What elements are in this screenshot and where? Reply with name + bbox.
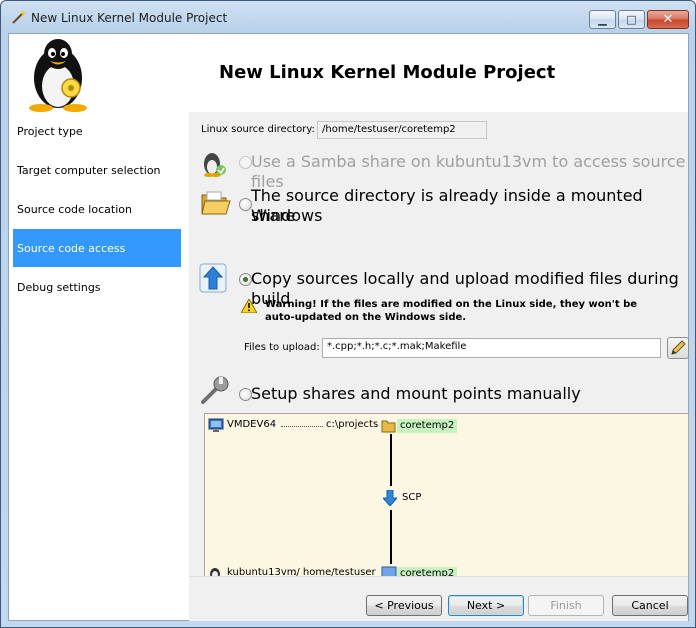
wizard-wand-icon bbox=[12, 10, 27, 24]
manual-setup-label: Setup shares and mount points manually bbox=[251, 384, 581, 403]
source-sync-diagram: VMDEV64 c:\projects coretemp2 SCP kubunt… bbox=[204, 413, 689, 598]
windows-computer-icon bbox=[208, 418, 224, 432]
warning-text: Warning! If the files are modified on th… bbox=[265, 298, 655, 324]
source-dir-label: Linux source directory: bbox=[201, 124, 315, 135]
page-title: New Linux Kernel Module Project bbox=[219, 62, 556, 83]
sync-line-bottom bbox=[390, 510, 392, 564]
maximize-button[interactable]: □ bbox=[618, 10, 645, 29]
wizard-footer: < Previous Next > Finish Cancel bbox=[189, 576, 688, 621]
wizard-sidebar: Project type Target computer selection S… bbox=[11, 112, 183, 620]
files-to-upload-label: Files to upload: bbox=[244, 342, 320, 353]
down-arrow-icon bbox=[383, 490, 397, 506]
warning-line-1: Warning! If the files are modified on th… bbox=[265, 299, 638, 310]
sidebar-item-debug-settings[interactable]: Debug settings bbox=[13, 268, 181, 306]
samba-share-option: Use a Samba share on kubuntu13vm to acce… bbox=[197, 148, 687, 191]
close-button[interactable]: ✕ bbox=[647, 10, 689, 29]
next-button[interactable]: Next > bbox=[448, 595, 524, 616]
warning-icon bbox=[241, 299, 257, 313]
finish-button[interactable]: Finish bbox=[528, 595, 604, 616]
windows-host-label: VMDEV64 bbox=[227, 419, 277, 430]
samba-share-icon bbox=[204, 153, 226, 177]
title-bar[interactable]: New Linux Kernel Module Project ▁ □ ✕ bbox=[1, 1, 695, 33]
sidebar-item-label: Debug settings bbox=[17, 280, 101, 294]
source-dir-field: /home/testuser/coretemp2 bbox=[317, 121, 487, 139]
wizard-header: New Linux Kernel Module Project bbox=[9, 34, 688, 112]
window-title: New Linux Kernel Module Project bbox=[31, 11, 228, 25]
sidebar-item-label: Target computer selection bbox=[17, 163, 161, 177]
sidebar-item-label: Project type bbox=[17, 124, 83, 138]
open-folder-icon bbox=[201, 191, 231, 215]
sidebar-item-label: Source code access bbox=[17, 241, 126, 255]
folder-icon bbox=[381, 420, 396, 433]
warning-line-2: auto-updated on the Windows side. bbox=[265, 312, 467, 323]
minimize-icon: ▁ bbox=[598, 13, 607, 26]
upload-arrow-icon bbox=[199, 263, 227, 293]
maximize-icon: □ bbox=[626, 13, 637, 26]
close-icon: ✕ bbox=[662, 12, 674, 27]
windows-path-label: c:\projects bbox=[326, 419, 379, 430]
minimize-button[interactable]: ▁ bbox=[589, 10, 616, 29]
previous-button[interactable]: < Previous bbox=[366, 595, 442, 616]
wizard-window: New Linux Kernel Module Project ▁ □ ✕ Ne… bbox=[0, 0, 696, 628]
tux-penguin-icon bbox=[29, 39, 87, 112]
edit-files-button[interactable] bbox=[667, 337, 689, 359]
windows-folder-label: coretemp2 bbox=[397, 419, 458, 433]
cancel-button[interactable]: Cancel bbox=[612, 595, 688, 616]
copy-sources-option: Copy sources locally and upload modified… bbox=[197, 263, 687, 308]
wizard-page-content: Linux source directory: /home/testuser/c… bbox=[189, 112, 689, 620]
wizard-client-area: New Linux Kernel Module Project Project … bbox=[8, 33, 689, 621]
sidebar-item-label: Source code location bbox=[17, 202, 132, 216]
wrench-icon bbox=[201, 376, 229, 404]
sidebar-item-source-location[interactable]: Source code location bbox=[13, 190, 181, 228]
sync-line-top bbox=[390, 434, 392, 486]
manual-setup-option: Setup shares and mount points manually bbox=[197, 376, 687, 410]
files-to-upload-input[interactable]: *.cpp;*.h;*.c;*.mak;Makefile bbox=[322, 338, 661, 358]
mounted-share-option: The source directory is already inside a… bbox=[197, 184, 687, 228]
sidebar-item-source-access[interactable]: Source code access bbox=[13, 229, 181, 267]
sidebar-item-project-type[interactable]: Project type bbox=[13, 112, 181, 150]
sidebar-item-target-computer[interactable]: Target computer selection bbox=[13, 151, 181, 189]
host-path-connector bbox=[281, 426, 323, 427]
mounted-share-label-line1: The source directory is already inside a… bbox=[251, 186, 643, 225]
mounted-share-label-line2: share bbox=[251, 206, 296, 225]
transfer-method-label: SCP bbox=[402, 492, 422, 503]
pencil-icon bbox=[671, 340, 686, 355]
